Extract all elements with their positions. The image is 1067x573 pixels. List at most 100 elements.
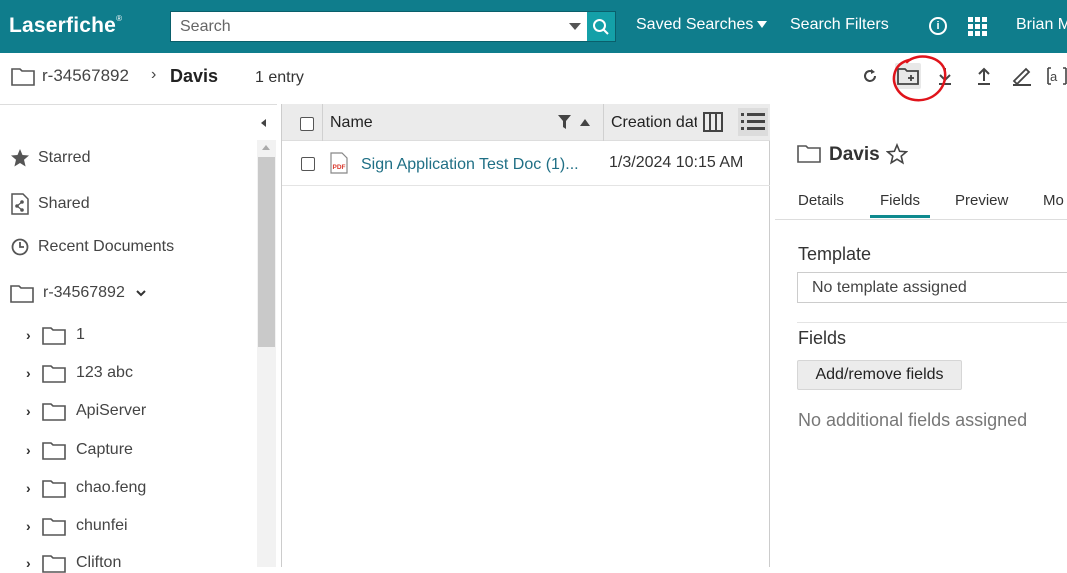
user-menu[interactable]: Brian M	[1016, 16, 1067, 34]
tab-more[interactable]: Mo	[1043, 192, 1064, 209]
refresh-button[interactable]	[857, 63, 883, 89]
filter-icon[interactable]	[558, 115, 571, 129]
entry-count: 1 entry	[255, 69, 304, 86]
folder-icon	[42, 555, 66, 573]
breadcrumb-repository[interactable]: r-34567892	[42, 66, 129, 86]
tab-preview[interactable]: Preview	[955, 192, 1008, 209]
list-view-icon	[741, 113, 765, 130]
new-folder-icon	[897, 68, 919, 85]
sidebar-item-label: Starred	[38, 149, 91, 166]
chevron-down-icon[interactable]	[135, 288, 147, 298]
no-fields-message: No additional fields assigned	[798, 410, 1028, 430]
chevron-right-icon[interactable]: ›	[26, 365, 38, 381]
tree-folder-label: chao.feng	[76, 479, 147, 496]
saved-searches-menu[interactable]: Saved Searches	[636, 16, 768, 34]
tree-folder-1[interactable]: › 1	[26, 325, 85, 345]
section-divider	[797, 322, 1067, 323]
chevron-down-icon	[757, 21, 768, 29]
info-icon[interactable]: i	[929, 17, 947, 35]
folder-icon	[10, 285, 34, 303]
refresh-icon	[864, 69, 876, 82]
top-bar: Laserfiche® Saved Searches Search Filter…	[0, 0, 1067, 53]
search-box	[170, 11, 616, 42]
svg-text:a: a	[1050, 69, 1058, 84]
sort-ascending-icon[interactable]	[580, 119, 590, 126]
ocr-icon: a	[1047, 67, 1067, 85]
folder-icon	[42, 327, 66, 345]
chevron-right-icon[interactable]: ›	[26, 518, 38, 534]
clock-icon	[11, 238, 29, 256]
tab-fields[interactable]: Fields	[870, 192, 931, 218]
upload-icon	[978, 67, 990, 85]
search-icon	[593, 18, 609, 35]
tree-folder-123-abc[interactable]: › 123 abc	[26, 363, 133, 383]
chevron-right-icon[interactable]: ›	[26, 403, 38, 419]
search-button[interactable]	[587, 12, 615, 41]
tree-folder-label: Capture	[76, 441, 133, 458]
row-checkbox[interactable]	[301, 157, 315, 171]
breadcrumb-separator: ›	[151, 66, 157, 83]
chevron-right-icon[interactable]: ›	[26, 442, 38, 458]
entry-name-link[interactable]: Sign Application Test Doc (1)...	[361, 156, 583, 174]
download-button[interactable]	[932, 63, 958, 89]
chevron-right-icon[interactable]: ›	[26, 555, 38, 571]
tree-folder-apiserver[interactable]: › ApiServer	[26, 401, 146, 421]
scrollbar-thumb[interactable]	[258, 157, 275, 347]
tree-folder-label: Clifton	[76, 554, 122, 571]
download-icon	[939, 68, 951, 85]
sign-button[interactable]	[1009, 63, 1035, 89]
tree-folder-clifton[interactable]: › Clifton	[26, 553, 121, 573]
folder-icon	[42, 480, 66, 498]
star-outline-icon[interactable]	[886, 143, 908, 165]
tree-folder-label: 123 abc	[76, 364, 133, 381]
laserfiche-logo[interactable]: Laserfiche®	[9, 14, 122, 38]
pdf-icon: PDF	[330, 152, 348, 174]
tree-folder-capture[interactable]: › Capture	[26, 440, 133, 460]
list-view-button[interactable]	[738, 108, 768, 136]
apps-grid-icon[interactable]	[968, 17, 987, 36]
fields-heading: Fields	[798, 328, 847, 348]
sign-icon	[1012, 67, 1031, 86]
chevron-right-icon[interactable]: ›	[26, 480, 38, 496]
folder-icon	[797, 145, 821, 163]
new-folder-button[interactable]	[895, 63, 921, 89]
folder-icon	[42, 403, 66, 421]
column-divider	[322, 104, 323, 141]
search-input[interactable]	[171, 12, 563, 41]
sidebar-item-recent-documents[interactable]: Recent Documents	[10, 238, 174, 256]
upload-button[interactable]	[971, 63, 997, 89]
select-all-checkbox[interactable]	[300, 117, 314, 131]
folder-icon	[11, 68, 35, 86]
entry-creation-date: 1/3/2024 10:15 AM	[609, 154, 744, 171]
column-chooser-icon[interactable]	[701, 110, 725, 134]
folder-icon	[42, 442, 66, 460]
tab-details[interactable]: Details	[798, 192, 844, 209]
search-filters-link[interactable]: Search Filters	[790, 16, 889, 34]
column-divider[interactable]	[603, 104, 604, 141]
sidebar-item-label: r-34567892	[43, 284, 125, 301]
column-header-creation-date[interactable]: Creation date	[611, 114, 697, 132]
add-remove-fields-button[interactable]: Add/remove fields	[797, 360, 962, 390]
template-select[interactable]: No template assigned	[797, 272, 1067, 303]
sidebar-item-starred[interactable]: Starred	[10, 148, 90, 168]
sidebar-item-repository[interactable]: r-34567892	[10, 283, 147, 303]
template-heading: Template	[798, 244, 872, 264]
svg-text:PDF: PDF	[333, 164, 346, 171]
search-options-dropdown[interactable]	[563, 12, 587, 41]
column-header-name[interactable]: Name	[330, 114, 373, 132]
sidebar-item-shared[interactable]: Shared	[10, 193, 90, 215]
chevron-right-icon[interactable]: ›	[26, 327, 38, 343]
ocr-button[interactable]: a	[1044, 63, 1067, 89]
tree-folder-chunfei[interactable]: › chunfei	[26, 516, 128, 536]
collapse-left-pane-icon[interactable]	[258, 117, 270, 129]
tree-folder-label: ApiServer	[76, 402, 147, 419]
sidebar-item-label: Shared	[38, 195, 90, 212]
folder-icon	[42, 365, 66, 383]
tabs-divider	[775, 219, 1067, 220]
tree-folder-label: chunfei	[76, 517, 128, 534]
folder-icon	[42, 518, 66, 536]
scroll-up-arrow[interactable]	[262, 145, 270, 150]
metadata-title: Davis	[829, 144, 880, 165]
sidebar-item-label: Recent Documents	[38, 238, 175, 255]
tree-folder-chao-feng[interactable]: › chao.feng	[26, 478, 146, 498]
